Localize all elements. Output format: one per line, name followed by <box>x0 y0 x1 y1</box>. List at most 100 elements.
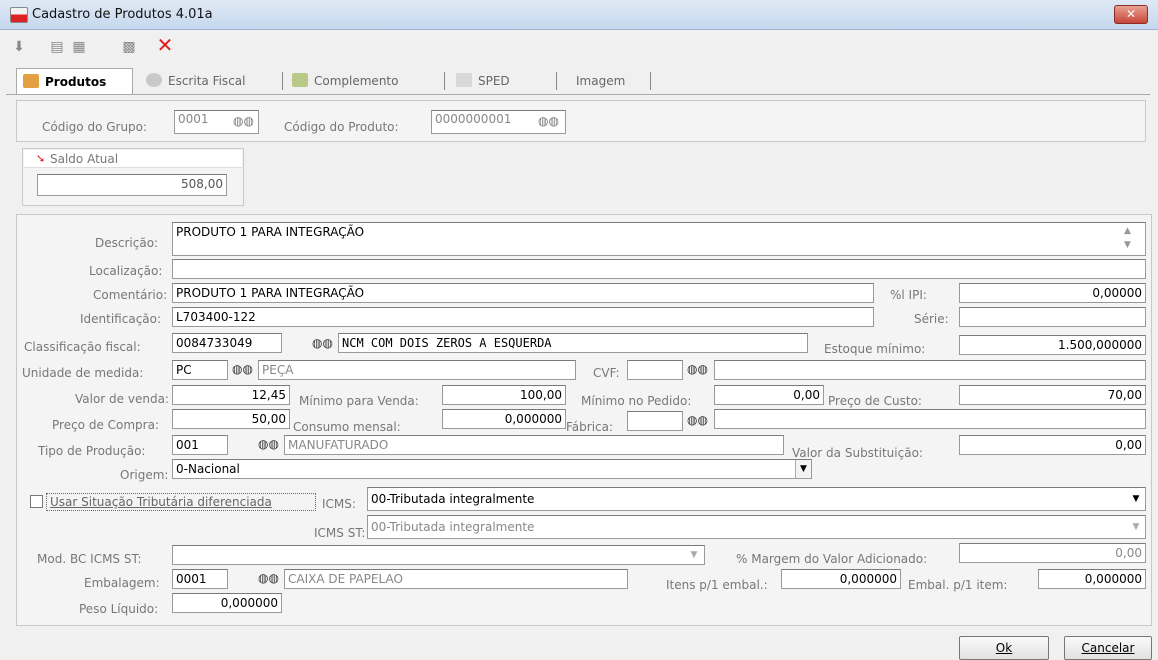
valor-subst-label: Valor da Substituição: <box>792 446 923 460</box>
origem-label: Origem: <box>120 468 169 482</box>
binoculars-icon[interactable]: ◍◍ <box>258 571 279 585</box>
estoque-min-label: Estoque mínimo: <box>824 342 926 356</box>
comentario-label: Comentário: <box>93 288 168 302</box>
usar-situacao-checkbox[interactable] <box>30 495 43 508</box>
scroll-up-icon[interactable]: ▲ <box>1124 226 1131 236</box>
unidade-field[interactable]: PC <box>172 360 228 380</box>
fabrica-label: Fábrica: <box>566 420 614 434</box>
tab-escrita-fiscal[interactable]: Escrita Fiscal <box>146 68 245 94</box>
mod-bc-label: Mod. BC ICMS ST: <box>37 552 142 566</box>
icms-select[interactable]: 00-Tributada integralmente <box>367 487 1146 511</box>
ipi-field[interactable]: 0,00000 <box>959 283 1146 303</box>
binoculars-icon[interactable]: ◍◍ <box>233 114 254 128</box>
descricao-field[interactable]: PRODUTO 1 PARA INTEGRAÇÃO <box>172 222 1146 256</box>
classificacao-label: Classificação fiscal: <box>24 340 141 354</box>
consumo-field[interactable]: 0,000000 <box>442 409 566 429</box>
tab-imagem[interactable]: Imagem <box>576 68 625 94</box>
dropdown-arrow-icon[interactable]: ▼ <box>795 460 811 478</box>
binoculars-icon[interactable]: ◍◍ <box>687 413 708 427</box>
serie-field[interactable] <box>959 307 1146 327</box>
dropdown-arrow-icon[interactable]: ▼ <box>1128 518 1144 538</box>
preco-compra-field[interactable]: 50,00 <box>172 409 290 429</box>
margem-label: % Margem do Valor Adicionado: <box>736 552 928 566</box>
min-venda-field[interactable]: 100,00 <box>442 385 566 405</box>
ipi-label: %l IPI: <box>890 288 927 302</box>
tab-sped[interactable]: SPED <box>456 68 510 94</box>
localizacao-field[interactable] <box>172 259 1146 279</box>
preco-custo-field[interactable]: 70,00 <box>959 385 1146 405</box>
scroll-down-icon[interactable]: ▼ <box>1124 240 1131 250</box>
sped-icon <box>456 73 472 87</box>
tipo-prod-field[interactable]: 001 <box>172 435 228 455</box>
cancel-button[interactable]: Cancelar <box>1064 636 1152 660</box>
arrow-down-icon: ➘ <box>36 152 46 165</box>
fabrica-desc-field <box>714 409 1146 429</box>
tipo-prod-desc-field: MANUFATURADO <box>284 435 784 455</box>
classificacao-field[interactable]: 0084733049 <box>172 333 282 353</box>
grid-icon[interactable]: ▩ <box>120 38 138 56</box>
origem-select[interactable]: 0-Nacional <box>172 459 812 479</box>
min-pedido-field[interactable]: 0,00 <box>714 385 824 405</box>
min-pedido-label: Mínimo no Pedido: <box>581 394 692 408</box>
serie-label: Série: <box>914 312 949 326</box>
margem-field[interactable]: 0,00 <box>959 543 1146 563</box>
fabrica-field[interactable] <box>627 411 683 431</box>
embal-item-field[interactable]: 0,000000 <box>1038 569 1146 589</box>
cvf-label: CVF: <box>593 366 620 380</box>
app-icon <box>10 7 28 23</box>
peso-label: Peso Líquido: <box>79 602 159 616</box>
descricao-label: Descrição: <box>95 236 159 250</box>
embalagem-desc-field: CAIXA DE PAPELAO <box>284 569 628 589</box>
cvf-field[interactable] <box>627 360 683 380</box>
preco-compra-label: Preço de Compra: <box>52 418 160 432</box>
icms-st-select[interactable]: 00-Tributada integralmente <box>367 515 1146 539</box>
dropdown-arrow-icon[interactable]: ▼ <box>686 546 702 564</box>
saldo-field: 508,00 <box>37 174 227 196</box>
localizacao-label: Localização: <box>89 264 163 278</box>
tab-complemento[interactable]: Complemento <box>292 68 398 94</box>
tab-separator <box>282 72 283 90</box>
itens-embal-field[interactable]: 0,000000 <box>781 569 901 589</box>
box-icon <box>23 74 39 88</box>
dropdown-arrow-icon[interactable]: ▼ <box>1128 490 1144 510</box>
mod-bc-select[interactable] <box>172 545 705 565</box>
fiscal-icon <box>146 73 162 87</box>
embal-item-label: Embal. p/1 item: <box>908 578 1008 592</box>
identificacao-field[interactable]: L703400-122 <box>172 307 874 327</box>
tab-separator <box>444 72 445 90</box>
ok-button[interactable]: Ok <box>959 636 1049 660</box>
valor-venda-field[interactable]: 12,45 <box>172 385 290 405</box>
icms-st-label: ICMS ST: <box>314 526 366 540</box>
tipo-prod-label: Tipo de Produção: <box>38 444 146 458</box>
comentario-field[interactable]: PRODUTO 1 PARA INTEGRAÇÃO <box>172 283 874 303</box>
estoque-min-field[interactable]: 1.500,000000 <box>959 335 1146 355</box>
itens-embal-label: Itens p/1 embal.: <box>666 578 768 592</box>
usar-situacao-label[interactable]: Usar Situação Tributária diferenciada <box>50 495 272 509</box>
binoculars-icon[interactable]: ◍◍ <box>687 362 708 376</box>
complement-icon <box>292 73 308 87</box>
save-icon[interactable]: ⬇ <box>10 38 28 56</box>
binoculars-icon[interactable]: ◍◍ <box>312 336 333 350</box>
tab-separator <box>650 72 651 90</box>
unidade-label: Unidade de medida: <box>22 366 144 380</box>
window-title: Cadastro de Produtos 4.01a <box>32 7 213 22</box>
tab-separator <box>556 72 557 90</box>
embalagem-field[interactable]: 0001 <box>172 569 228 589</box>
identificacao-label: Identificação: <box>80 312 162 326</box>
preview-icon[interactable]: ▦ <box>70 38 88 56</box>
delete-icon[interactable]: ✕ <box>156 35 174 55</box>
tab-produtos[interactable]: Produtos <box>16 68 133 94</box>
valor-subst-field[interactable]: 0,00 <box>959 435 1146 455</box>
saldo-label: Saldo Atual <box>50 152 119 166</box>
grupo-label: Código do Grupo: <box>42 120 148 134</box>
print-icon[interactable]: ▤ <box>48 38 66 56</box>
icms-label: ICMS: <box>322 497 356 511</box>
binoculars-icon[interactable]: ◍◍ <box>258 437 279 451</box>
ncm-desc-field: NCM COM DOIS ZEROS A ESQUERDA <box>338 333 808 353</box>
produto-label: Código do Produto: <box>284 120 399 134</box>
binoculars-icon[interactable]: ◍◍ <box>538 114 559 128</box>
binoculars-icon[interactable]: ◍◍ <box>232 362 253 376</box>
close-button[interactable]: ✕ <box>1114 5 1148 24</box>
preco-custo-label: Preço de Custo: <box>828 394 922 408</box>
peso-field[interactable]: 0,000000 <box>172 593 282 613</box>
